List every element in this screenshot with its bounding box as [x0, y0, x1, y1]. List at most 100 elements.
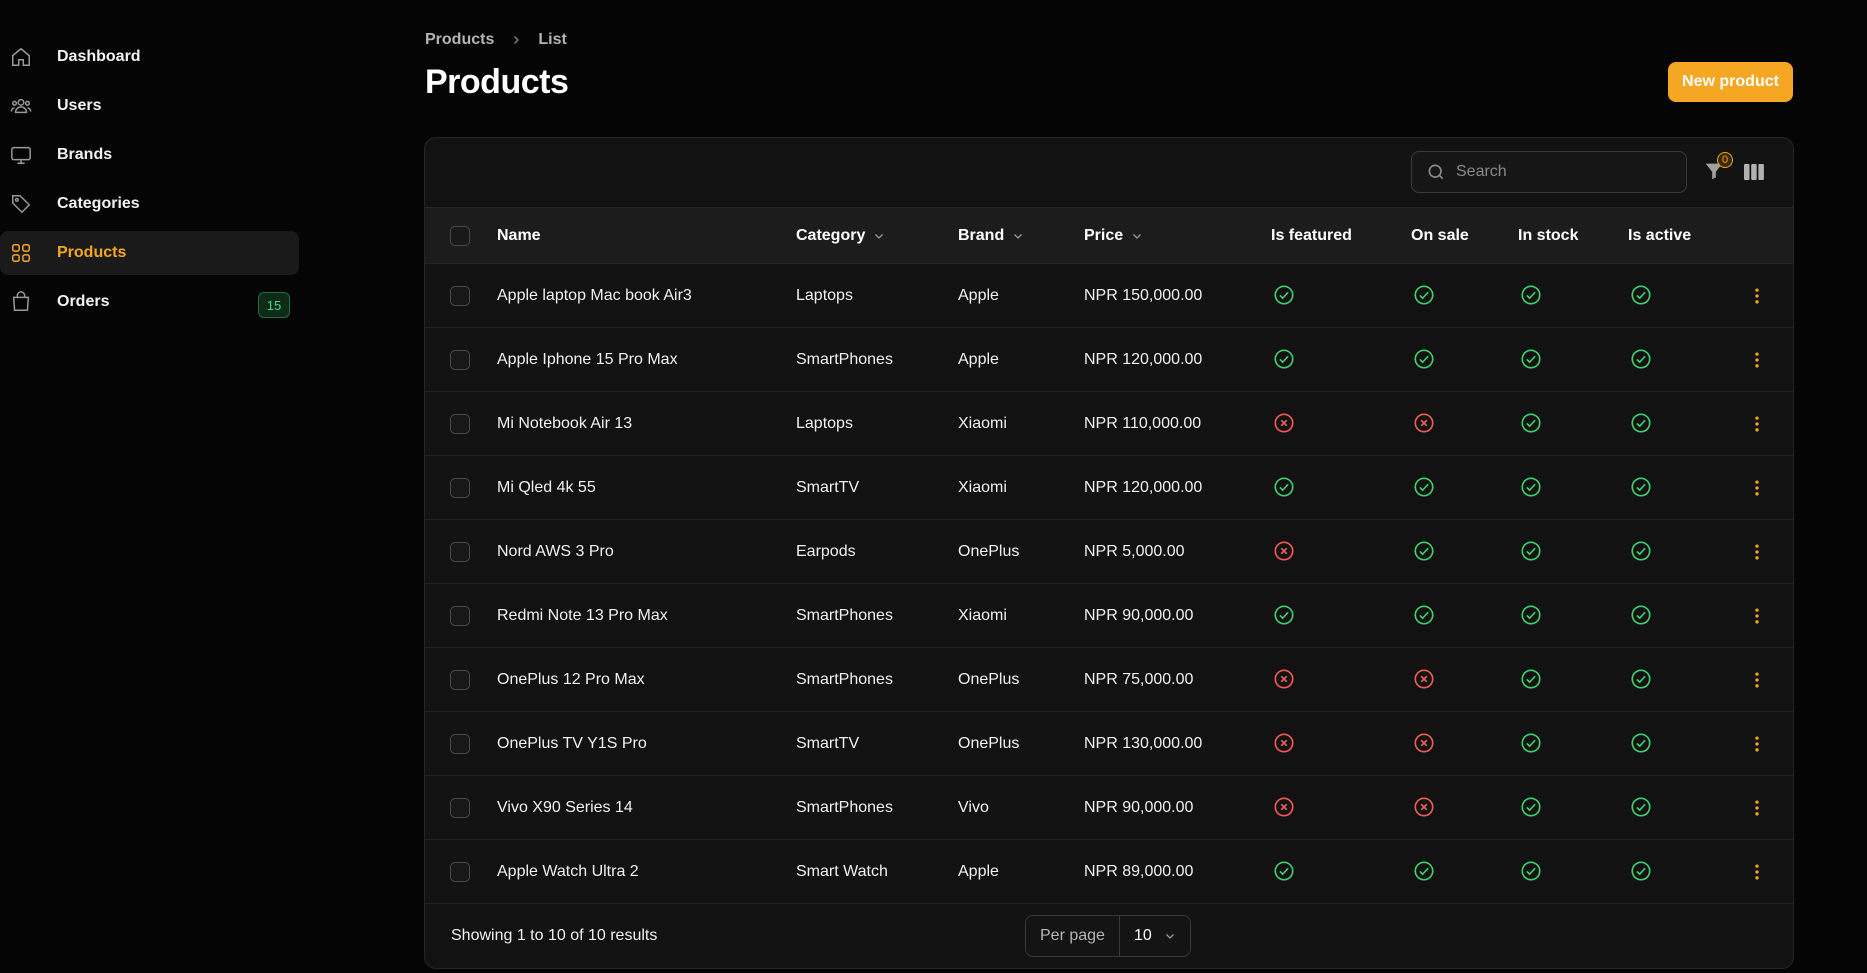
sidebar-item-categories[interactable]: Categories [0, 182, 299, 226]
orders-count-badge: 15 [258, 292, 290, 318]
per-page-control: Per page 10 [1025, 915, 1191, 957]
column-header-brand[interactable]: Brand [958, 208, 1024, 263]
product-brand: OnePlus [958, 734, 1020, 752]
check-circle-icon [1413, 348, 1437, 372]
sidebar-item-brands[interactable]: Brands [0, 133, 299, 177]
x-circle-icon [1273, 668, 1297, 692]
select-all-checkbox[interactable] [450, 225, 470, 246]
row-checkbox[interactable] [450, 605, 470, 626]
table-row[interactable]: Apple Iphone 15 Pro Max SmartPhones Apple N… [425, 328, 1793, 392]
column-header-price[interactable]: Price [1084, 208, 1143, 263]
x-circle-icon [1273, 540, 1297, 564]
sidebar-item-products[interactable]: Products [0, 231, 299, 275]
product-name: Apple Watch Ultra 2 [497, 862, 639, 880]
row-actions-menu-icon[interactable] [1747, 264, 1767, 327]
product-brand: Vivo [958, 798, 989, 816]
sidebar-item-users[interactable]: Users [0, 84, 299, 128]
check-circle-icon [1413, 604, 1437, 628]
check-circle-icon [1520, 284, 1544, 308]
columns-icon[interactable] [1743, 162, 1765, 182]
check-circle-icon [1520, 604, 1544, 628]
column-header-in-stock[interactable]: In stock [1518, 208, 1578, 263]
page-title: Products [425, 63, 569, 101]
column-header-category[interactable]: Category [796, 208, 885, 263]
product-category: SmartPhones [796, 670, 893, 688]
check-circle-icon [1273, 476, 1297, 500]
chevron-down-icon [873, 230, 885, 242]
row-actions-menu-icon[interactable] [1747, 840, 1767, 903]
row-actions-menu-icon[interactable] [1747, 776, 1767, 839]
sidebar-item-label: Brands [57, 146, 113, 163]
row-actions-menu-icon[interactable] [1747, 712, 1767, 775]
table-row[interactable]: Vivo X90 Series 14 SmartPhones Vivo NPR 90,… [425, 776, 1793, 840]
row-actions-menu-icon[interactable] [1747, 648, 1767, 711]
check-circle-icon [1413, 476, 1437, 500]
product-brand: Xiaomi [958, 478, 1007, 496]
product-price: NPR 90,000.00 [1084, 606, 1194, 624]
product-price: NPR 120,000.00 [1084, 350, 1203, 368]
check-circle-icon [1520, 412, 1544, 436]
table-row[interactable]: Mi Qled 4k 55 SmartTV Xiaomi NPR 120,000.00 [425, 456, 1793, 520]
product-price: NPR 90,000.00 [1084, 798, 1194, 816]
table-row[interactable]: OnePlus TV Y1S Pro SmartTV OnePlus NPR 130,… [425, 712, 1793, 776]
table-row[interactable]: Apple Watch Ultra 2 Smart Watch Apple NPR 8… [425, 840, 1793, 904]
product-name: Mi Notebook Air 13 [497, 414, 633, 432]
table-row[interactable]: Nord AWS 3 Pro Earpods OnePlus NPR 5,000.00 [425, 520, 1793, 584]
row-checkbox[interactable] [450, 733, 470, 754]
table-header: Name Category Brand Price Is featured On… [425, 208, 1793, 264]
sidebar: Dashboard Users Brands Categories Produc… [0, 30, 300, 329]
new-product-button[interactable]: New product [1668, 62, 1793, 102]
row-checkbox[interactable] [450, 477, 470, 498]
row-actions-menu-icon[interactable] [1747, 456, 1767, 519]
row-checkbox[interactable] [450, 861, 470, 882]
row-actions-menu-icon[interactable] [1747, 328, 1767, 391]
check-circle-icon [1413, 540, 1437, 564]
column-header-on-sale[interactable]: On sale [1411, 208, 1469, 263]
x-circle-icon [1413, 732, 1437, 756]
x-circle-icon [1413, 796, 1437, 820]
search-input[interactable] [1456, 163, 1656, 181]
product-brand: Apple [958, 350, 999, 368]
check-circle-icon [1273, 284, 1297, 308]
product-category: SmartPhones [796, 606, 893, 624]
per-page-value: 10 [1133, 927, 1152, 944]
table-body: Apple laptop Mac book Air3 Laptops Apple NP… [425, 264, 1793, 904]
sidebar-item-orders[interactable]: Orders 15 [0, 280, 299, 324]
row-actions-menu-icon[interactable] [1747, 584, 1767, 647]
product-brand: OnePlus [958, 542, 1020, 560]
column-header-label: Category [796, 226, 866, 244]
column-header-label: Price [1084, 226, 1124, 244]
table-row[interactable]: OnePlus 12 Pro Max SmartPhones OnePlus NPR … [425, 648, 1793, 712]
product-price: NPR 130,000.00 [1084, 734, 1203, 752]
search-icon [1426, 162, 1446, 182]
row-checkbox[interactable] [450, 285, 470, 306]
row-checkbox[interactable] [450, 349, 470, 370]
shopping-bag-icon [10, 291, 32, 313]
column-header-is-active[interactable]: Is active [1628, 208, 1691, 263]
row-actions-menu-icon[interactable] [1747, 520, 1767, 583]
x-circle-icon [1413, 668, 1437, 692]
row-checkbox[interactable] [450, 797, 470, 818]
table-row[interactable]: Redmi Note 13 Pro Max SmartPhones Xiaomi NP… [425, 584, 1793, 648]
chevron-right-icon [510, 34, 522, 46]
breadcrumb-link-products[interactable]: Products [425, 31, 494, 49]
column-header-is-featured[interactable]: Is featured [1271, 208, 1352, 263]
product-brand: Apple [958, 286, 999, 304]
product-category: Laptops [796, 286, 853, 304]
row-checkbox[interactable] [450, 669, 470, 690]
users-icon [10, 95, 32, 117]
table-row[interactable]: Apple laptop Mac book Air3 Laptops Apple NP… [425, 264, 1793, 328]
product-price: NPR 5,000.00 [1084, 542, 1185, 560]
product-category: SmartTV [796, 478, 860, 496]
row-checkbox[interactable] [450, 413, 470, 434]
row-checkbox[interactable] [450, 541, 470, 562]
check-circle-icon [1273, 348, 1297, 372]
column-header-name[interactable]: Name [497, 208, 541, 263]
check-circle-icon [1520, 540, 1544, 564]
search-box[interactable] [1411, 151, 1687, 193]
check-circle-icon [1520, 732, 1544, 756]
sidebar-item-dashboard[interactable]: Dashboard [0, 35, 299, 79]
table-row[interactable]: Mi Notebook Air 13 Laptops Xiaomi NPR 110,0… [425, 392, 1793, 456]
row-actions-menu-icon[interactable] [1747, 392, 1767, 455]
per-page-select[interactable]: 10 [1119, 916, 1190, 956]
